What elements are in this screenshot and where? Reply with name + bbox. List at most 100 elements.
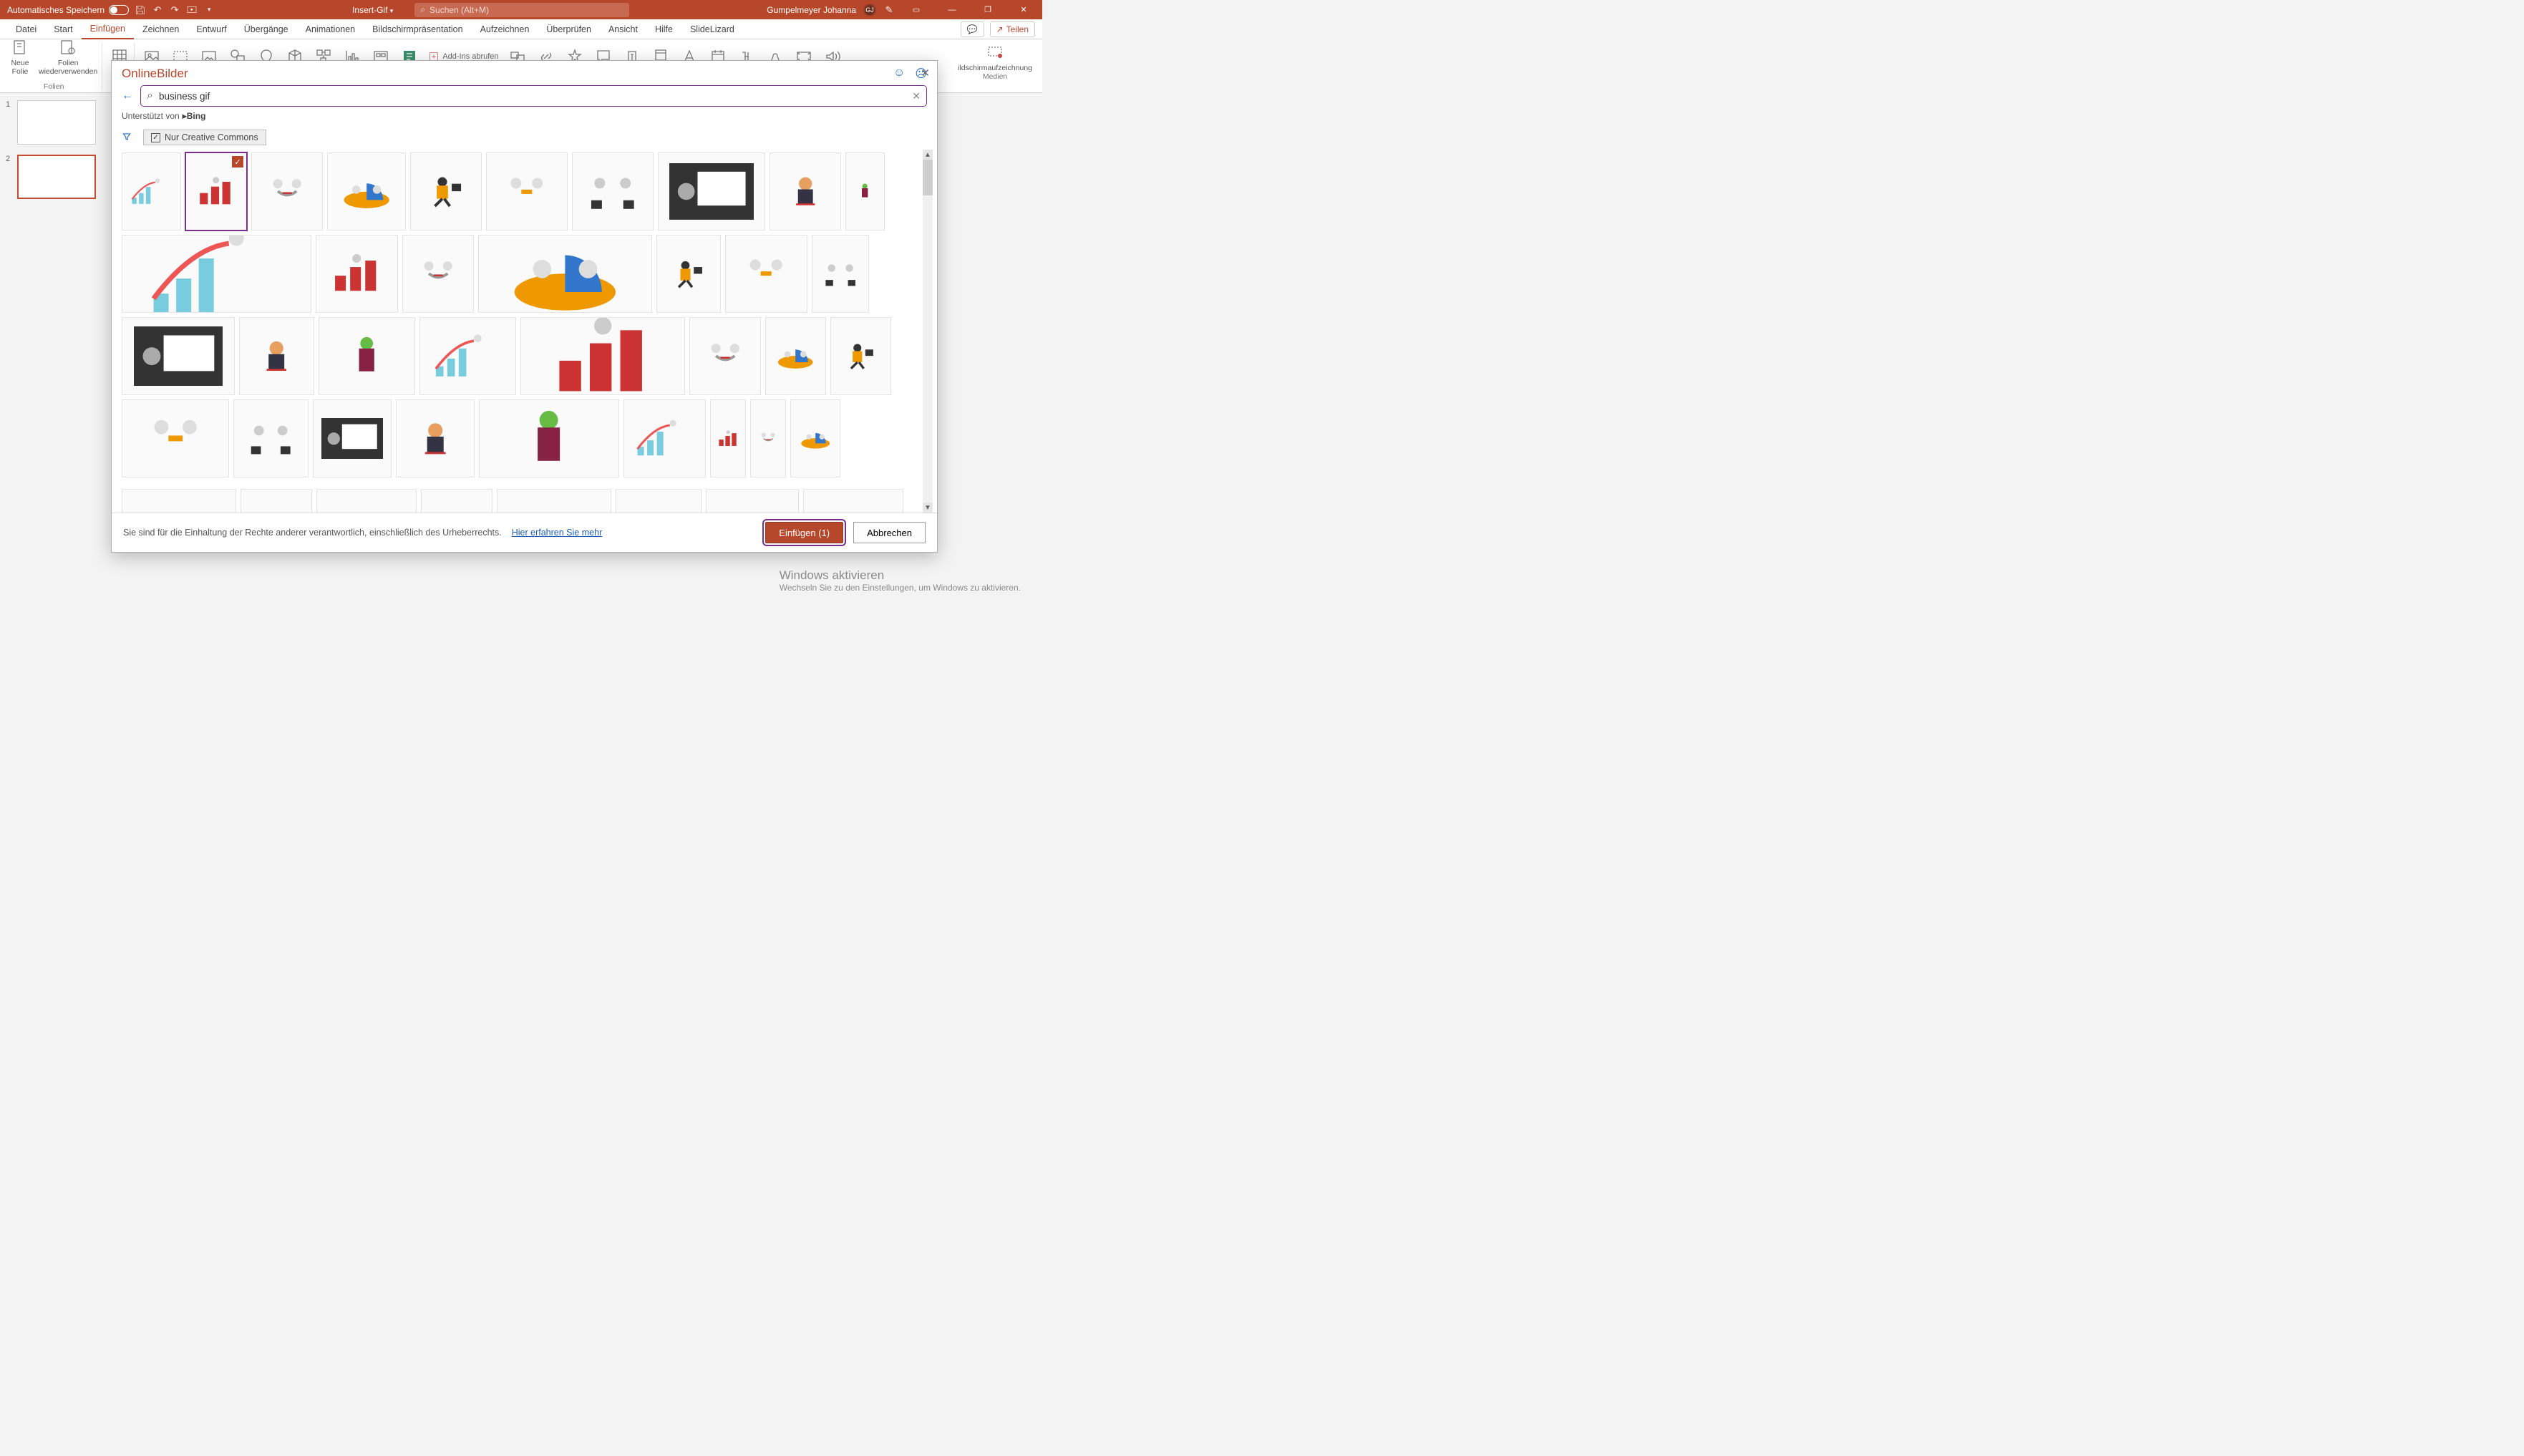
result-tile[interactable]: [812, 235, 869, 313]
tab-start[interactable]: Start: [45, 19, 81, 39]
redo-icon[interactable]: ↷: [169, 4, 180, 16]
group-label-media: Medien: [983, 72, 1007, 81]
result-tile[interactable]: [623, 399, 706, 477]
checkbox-icon: ✓: [151, 133, 160, 142]
result-tile[interactable]: [327, 152, 406, 230]
clear-search-icon[interactable]: ✕: [912, 90, 921, 102]
thumb-2-preview: [17, 155, 96, 199]
scroll-up-icon[interactable]: ▲: [923, 150, 933, 160]
result-tile[interactable]: [790, 399, 840, 477]
slide-thumb-1[interactable]: 1: [6, 100, 102, 145]
scroll-down-icon[interactable]: ▼: [923, 503, 933, 513]
result-tile[interactable]: [572, 152, 654, 230]
result-tile[interactable]: [656, 235, 721, 313]
autosave-toggle[interactable]: Automatisches Speichern: [7, 5, 129, 15]
reuse-slides-button[interactable]: Folien wiederverwenden: [39, 37, 97, 76]
result-tile[interactable]: [616, 489, 702, 513]
image-search-input[interactable]: [159, 91, 906, 102]
result-tile[interactable]: [419, 317, 516, 395]
feedback-smile-icon[interactable]: ☺: [893, 67, 905, 81]
tab-slidelizard[interactable]: SlideLizard: [681, 19, 743, 39]
tab-datei[interactable]: Datei: [7, 19, 45, 39]
tab-aufzeichnen[interactable]: Aufzeichnen: [472, 19, 538, 39]
result-tile[interactable]: [316, 489, 417, 513]
result-tile[interactable]: [710, 399, 746, 477]
result-tile[interactable]: [122, 152, 181, 230]
autosave-switch-icon[interactable]: [109, 5, 129, 15]
screen-recording-button[interactable]: ildschirmaufzeichnung: [958, 42, 1032, 72]
result-tile[interactable]: [233, 399, 309, 477]
undo-icon[interactable]: ↶: [152, 4, 163, 16]
insert-button[interactable]: Einfügen (1): [765, 522, 843, 543]
result-tile[interactable]: [830, 317, 891, 395]
result-tile[interactable]: [497, 489, 611, 513]
result-tile[interactable]: [421, 489, 492, 513]
group-media-tail: ildschirmaufzeichnung Medien: [953, 42, 1037, 81]
creative-commons-checkbox[interactable]: ✓ Nur Creative Commons: [143, 130, 266, 145]
close-window-icon[interactable]: ✕: [1009, 0, 1038, 19]
username-label: Gumpelmeyer Johanna: [767, 5, 856, 15]
result-tile[interactable]: [319, 317, 415, 395]
share-button[interactable]: ↗ Teilen: [990, 21, 1035, 37]
tab-praesentation[interactable]: Bildschirmpräsentation: [364, 19, 471, 39]
present-from-start-icon[interactable]: [186, 4, 198, 16]
save-icon[interactable]: [135, 4, 146, 16]
tell-me-search[interactable]: ⌕ Suchen (Alt+M): [414, 3, 629, 17]
tab-zeichnen[interactable]: Zeichnen: [134, 19, 188, 39]
result-tile[interactable]: [122, 489, 236, 513]
result-tile[interactable]: [689, 317, 761, 395]
result-tile[interactable]: [402, 235, 474, 313]
result-tile[interactable]: [770, 152, 841, 230]
tab-ansicht[interactable]: Ansicht: [600, 19, 646, 39]
back-icon[interactable]: ←: [122, 89, 133, 102]
tab-hilfe[interactable]: Hilfe: [646, 19, 681, 39]
result-tile[interactable]: [122, 399, 229, 477]
result-tile[interactable]: [658, 152, 765, 230]
learn-more-link[interactable]: Hier erfahren Sie mehr: [512, 528, 602, 538]
tab-ueberpruefen[interactable]: Überprüfen: [538, 19, 600, 39]
result-tile[interactable]: [239, 317, 314, 395]
user-avatar[interactable]: GJ: [863, 4, 876, 16]
ribbon-display-icon[interactable]: ▭: [902, 0, 931, 19]
result-tile[interactable]: [316, 235, 398, 313]
result-tile[interactable]: [486, 152, 568, 230]
slide-thumbnails-panel: 1 2: [0, 93, 107, 601]
result-tile[interactable]: [251, 152, 323, 230]
result-tile[interactable]: [765, 317, 826, 395]
result-tile[interactable]: ✓: [185, 152, 247, 230]
new-slide-button[interactable]: Neue Folie: [10, 37, 30, 76]
result-tile[interactable]: [706, 489, 799, 513]
pen-icon[interactable]: ✎: [883, 4, 895, 16]
image-search-field[interactable]: ⌕ ✕: [140, 85, 927, 107]
result-tile[interactable]: [479, 399, 619, 477]
tab-entwurf[interactable]: Entwurf: [188, 19, 235, 39]
result-tile[interactable]: [520, 317, 685, 395]
result-tile[interactable]: [313, 399, 392, 477]
dialog-close-icon[interactable]: ✕: [921, 67, 930, 79]
scrollbar-track[interactable]: ▲ ▼: [923, 150, 933, 513]
minimize-icon[interactable]: —: [938, 0, 966, 19]
search-placeholder: Suchen (Alt+M): [429, 5, 489, 15]
reuse-slides-icon: [58, 37, 78, 57]
slide-thumb-2[interactable]: 2: [6, 155, 102, 199]
result-tile[interactable]: [396, 399, 475, 477]
qat-dropdown-icon[interactable]: ▾: [203, 4, 215, 16]
new-slide-icon: [10, 37, 30, 57]
filter-icon[interactable]: [122, 132, 132, 144]
result-tile[interactable]: [845, 152, 885, 230]
scrollbar-thumb[interactable]: [923, 160, 933, 195]
result-tile[interactable]: [803, 489, 903, 513]
result-tile[interactable]: [122, 317, 235, 395]
restore-icon[interactable]: ❐: [974, 0, 1002, 19]
result-tile[interactable]: [122, 235, 311, 313]
comments-button[interactable]: 💬: [961, 21, 984, 37]
tab-einfuegen[interactable]: Einfügen: [82, 19, 134, 39]
result-tile[interactable]: [750, 399, 786, 477]
result-tile[interactable]: [725, 235, 807, 313]
result-tile[interactable]: [410, 152, 482, 230]
result-tile[interactable]: [478, 235, 652, 313]
tab-uebergaenge[interactable]: Übergänge: [236, 19, 297, 39]
cancel-button[interactable]: Abbrechen: [853, 522, 926, 543]
result-tile[interactable]: [241, 489, 312, 513]
tab-animationen[interactable]: Animationen: [297, 19, 364, 39]
